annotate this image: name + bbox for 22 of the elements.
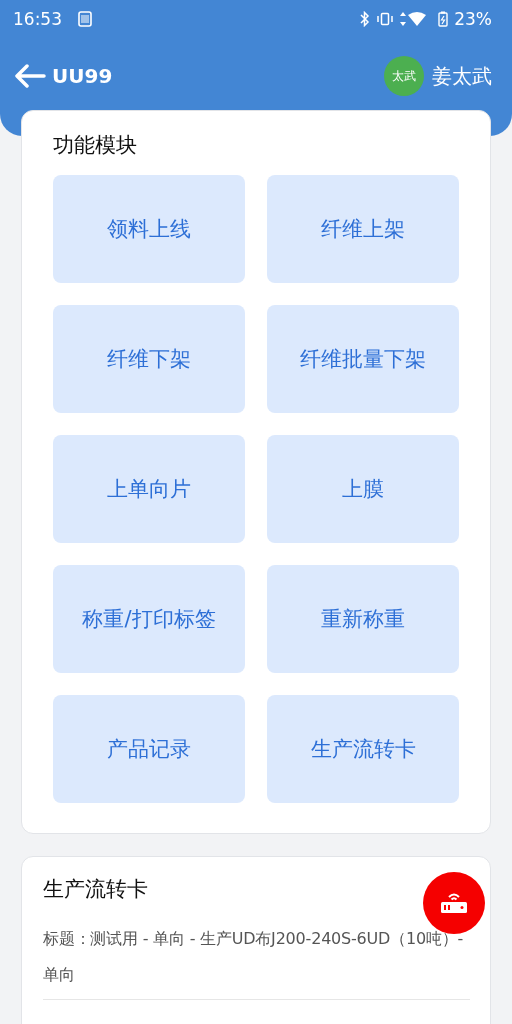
battery-level: 23% xyxy=(454,9,492,29)
section-title: 功能模块 xyxy=(53,132,138,159)
module-button[interactable]: 纤维批量下架 xyxy=(267,305,459,413)
user-name: 姜太武 xyxy=(432,62,492,90)
module-button[interactable]: 领料上线 xyxy=(53,175,245,283)
battery-icon xyxy=(438,11,449,27)
module-button[interactable]: 上单向片 xyxy=(53,435,245,543)
module-button[interactable]: 产品记录 xyxy=(53,695,245,803)
module-button[interactable]: 生产流转卡 xyxy=(267,695,459,803)
module-button[interactable]: 重新称重 xyxy=(267,565,459,673)
module-button[interactable]: 纤维下架 xyxy=(53,305,245,413)
user-avatar[interactable]: 太武 xyxy=(384,56,424,96)
vibrate-icon xyxy=(376,12,395,26)
module-button[interactable]: 上膜 xyxy=(267,435,459,543)
back-arrow-icon[interactable] xyxy=(14,64,46,88)
module-button[interactable]: 称重/打印标签 xyxy=(53,565,245,673)
card-title: 生产流转卡 xyxy=(43,876,149,903)
status-time: 16:53 xyxy=(13,9,62,29)
page-title: UU99 xyxy=(52,64,113,88)
module-button[interactable]: 纤维上架 xyxy=(267,175,459,283)
info-text: 标题：测试用 - 单向 - 生产UD布J200-240S-6UD（10吨）- 单向 xyxy=(43,928,465,986)
bluetooth-icon xyxy=(360,11,371,27)
